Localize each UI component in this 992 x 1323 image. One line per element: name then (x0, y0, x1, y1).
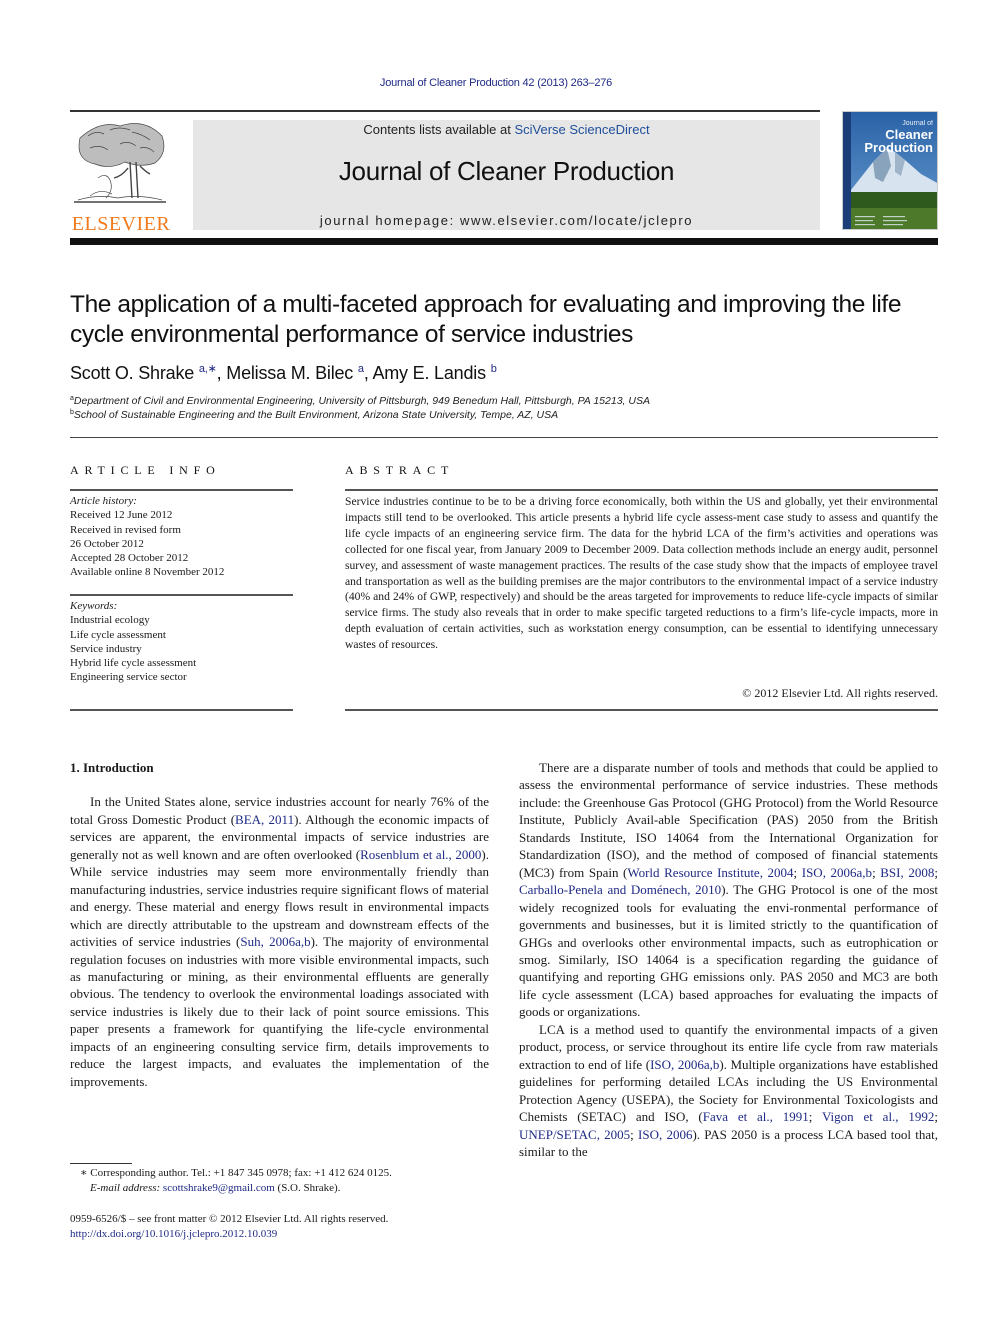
citation-link[interactable]: Rosenblum et al., 2000 (360, 847, 481, 862)
front-matter: 0959-6526/$ – see front matter © 2012 El… (70, 1212, 388, 1241)
keywords: Keywords: Industrial ecology Life cycle … (70, 599, 293, 685)
divider (70, 709, 293, 711)
affiliation: bSchool of Sustainable Engineering and t… (70, 409, 558, 421)
affiliation-text: Department of Civil and Environmental En… (73, 395, 650, 407)
body-column-left: 1. Introduction In the United States alo… (70, 759, 489, 1090)
affiliation-text: School of Sustainable Engineering and th… (73, 409, 559, 421)
email-label: E-mail address: (90, 1182, 161, 1194)
header-top-rule (70, 110, 820, 112)
citation-link[interactable]: Vigon et al., 1992 (822, 1109, 934, 1124)
journal-masthead: Contents lists available at SciVerse Sci… (193, 120, 820, 230)
citation-link[interactable]: Suh, 2006a,b (240, 934, 310, 949)
journal-cover[interactable]: Journal of Cleaner Production (842, 111, 938, 230)
section-heading-introduction: 1. Introduction (70, 760, 154, 775)
elsevier-tree-icon (74, 123, 166, 203)
citation-link[interactable]: ISO, 2006a,b (650, 1057, 719, 1072)
journal-reference-link[interactable]: Journal of Cleaner Production 42 (2013) … (380, 77, 612, 89)
paragraph-text: ; (934, 864, 938, 880)
keyword-item: Engineering service sector (70, 671, 187, 684)
paragraph-text: ; (630, 1126, 639, 1142)
paragraph-text: ; (934, 1109, 938, 1125)
author-affiliation-link[interactable]: b (491, 363, 497, 375)
paragraph-text: There are a disparate number of tools an… (519, 760, 938, 880)
body-paragraph: There are a disparate number of tools an… (519, 759, 938, 1021)
article-history: Article history: Received 12 June 2012 R… (70, 494, 293, 580)
abstract-heading: ABSTRACT (345, 463, 455, 477)
journal-title: Journal of Cleaner Production (338, 156, 675, 186)
front-matter-text: 0959-6526/$ – see front matter © 2012 El… (70, 1213, 389, 1225)
footnote-rule (70, 1163, 132, 1164)
sciencedirect-link[interactable]: SciVerse ScienceDirect (514, 122, 649, 137)
body-column-right: There are a disparate number of tools an… (519, 759, 938, 1160)
divider (70, 594, 293, 596)
author-name: Melissa M. Bilec (226, 363, 354, 383)
email-footnote: E-mail address: scottshrake9@gmail.com (… (70, 1181, 340, 1196)
contents-prefix: Contents lists available at (363, 122, 515, 137)
affiliation: aDepartment of Civil and Environmental E… (70, 395, 650, 407)
citation-link[interactable]: BSI, 2008 (880, 865, 934, 880)
body-paragraph: LCA is a method used to quantify the env… (519, 1021, 938, 1161)
author-separator: , (216, 363, 227, 383)
author-affiliation-link[interactable]: a,∗ (199, 363, 217, 375)
abstract-text: Service industries continue to be to be … (345, 495, 938, 652)
abstract-copyright: © 2012 Elsevier Ltd. All rights reserved… (742, 686, 938, 700)
author-name: Scott O. Shrake (70, 363, 195, 383)
history-item: Received 12 June 2012 (70, 509, 173, 522)
journal-reference[interactable]: Journal of Cleaner Production 42 (2013) … (0, 77, 992, 89)
contents-line: Contents lists available at SciVerse Sci… (193, 122, 820, 137)
email-suffix: (S.O. Shrake). (274, 1182, 341, 1194)
body-paragraph: In the United States alone, service indu… (70, 793, 489, 1090)
paragraph-text: ). The GHG Protocol is one of the most w… (519, 882, 938, 1020)
keywords-label: Keywords: (70, 600, 118, 612)
citation-link[interactable]: ISO, 2006a,b (802, 865, 872, 880)
citation-link[interactable]: UNEP/SETAC, 2005 (519, 1127, 630, 1142)
paragraph-text: ; (793, 864, 802, 880)
divider (70, 489, 293, 491)
keyword-item: Service industry (70, 642, 142, 655)
keyword-item: Industrial ecology (70, 614, 150, 627)
elsevier-wordmark: ELSEVIER (71, 213, 171, 235)
cover-title: Journal of Cleaner Production (864, 120, 933, 154)
history-item: Accepted 28 October 2012 (70, 552, 189, 565)
keyword-item: Life cycle assessment (70, 628, 166, 641)
history-item: Received in revised form (70, 523, 181, 536)
elsevier-logo[interactable]: ELSEVIER (70, 118, 172, 234)
author-list: Scott O. Shrake a,∗, Melissa M. Bilec a,… (70, 362, 497, 384)
paragraph-text: ; (808, 1109, 822, 1125)
doi-link[interactable]: http://dx.doi.org/10.1016/j.jclepro.2012… (70, 1227, 388, 1242)
author-name: Amy E. Landis (372, 363, 486, 383)
citation-link[interactable]: Fava et al., 1991 (703, 1109, 809, 1124)
citation-link[interactable]: BEA, 2011 (235, 812, 294, 827)
article-info-heading: ARTICLE INFO (70, 463, 221, 477)
citation-link[interactable]: World Resource Institute, 2004 (627, 865, 793, 880)
article-title: The application of a multi-faceted appro… (70, 291, 902, 348)
citation-link[interactable]: Carballo-Penela and Doménech, 2010 (519, 882, 721, 897)
corresponding-author-footnote: ∗ Corresponding author. Tel.: +1 847 345… (80, 1167, 392, 1179)
cover-small-label: Journal of (902, 120, 933, 127)
journal-homepage[interactable]: journal homepage: www.elsevier.com/locat… (193, 213, 820, 228)
header-divider (70, 437, 938, 439)
history-item: Available online 8 November 2012 (70, 566, 225, 579)
header-thick-rule (70, 238, 938, 245)
article-history-label: Article history: (70, 495, 137, 507)
email-link[interactable]: scottshrake9@gmail.com (163, 1182, 275, 1194)
keyword-item: Hybrid life cycle assessment (70, 657, 197, 670)
cover-title-line-2: Production (864, 140, 933, 155)
paragraph-text: ). The majority of environmental regulat… (70, 934, 490, 1089)
divider (345, 489, 938, 491)
history-item: 26 October 2012 (70, 537, 144, 550)
citation-link[interactable]: ISO, 2006 (638, 1127, 692, 1142)
divider (345, 709, 938, 711)
